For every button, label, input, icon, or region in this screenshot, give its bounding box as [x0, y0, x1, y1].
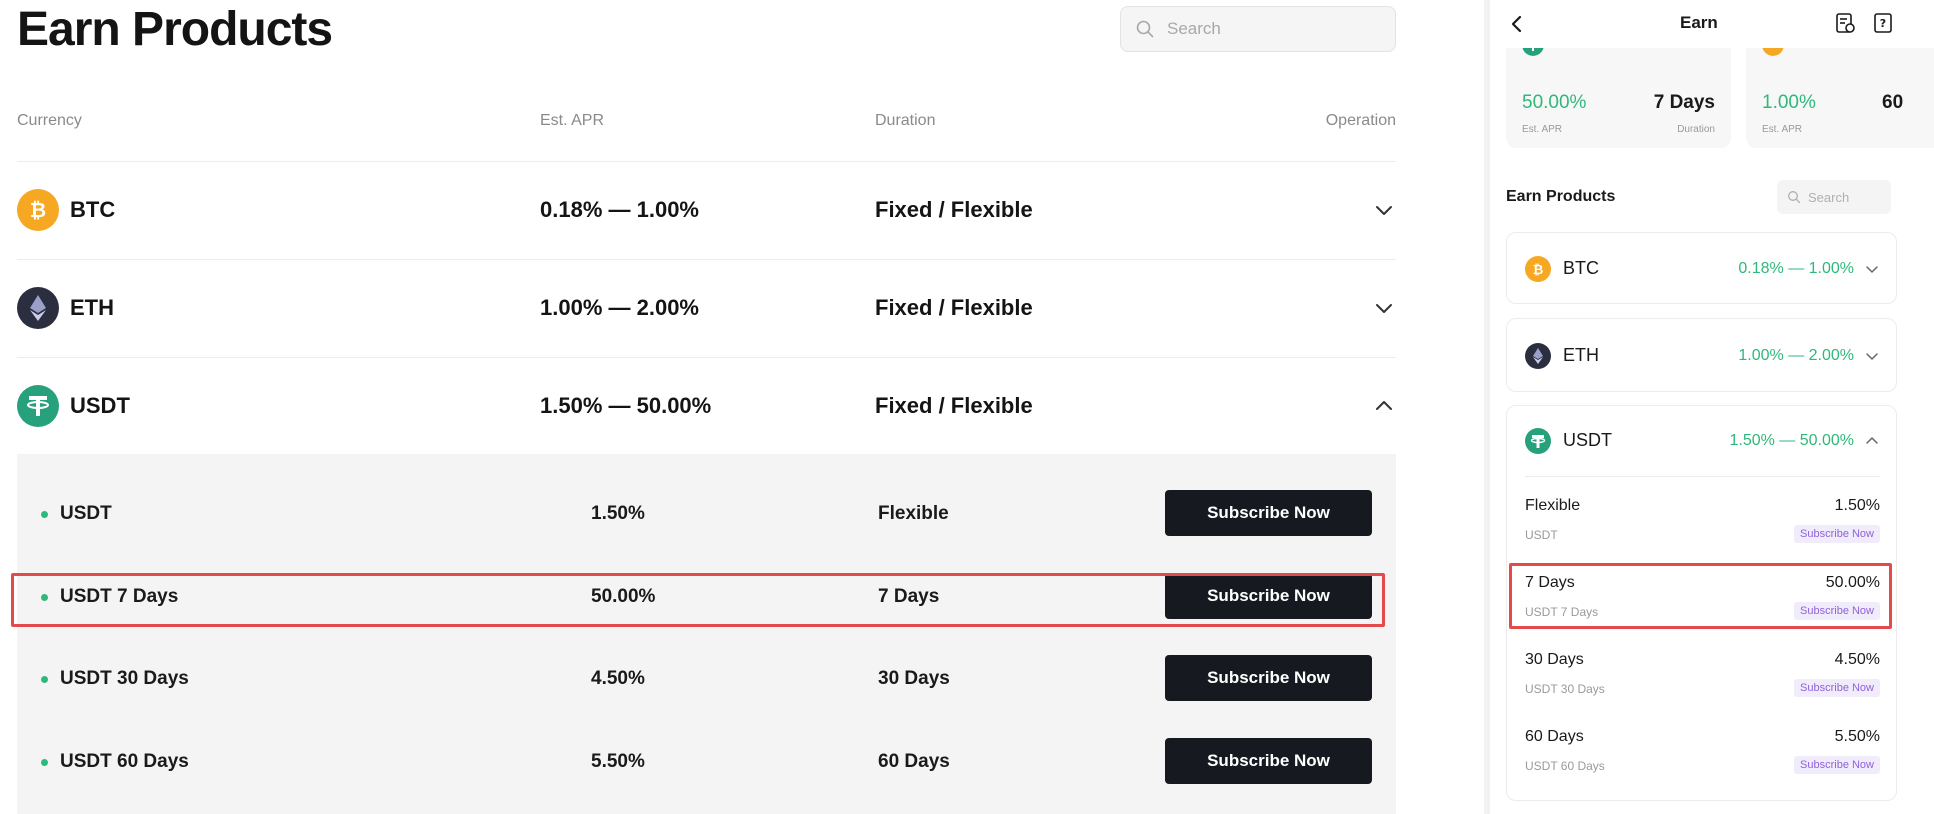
- divider: [1525, 476, 1880, 477]
- col-operation: Operation: [1325, 112, 1396, 129]
- help-icon[interactable]: ?: [1872, 12, 1894, 34]
- chevron-down-icon[interactable]: [1372, 296, 1396, 320]
- chevron-down-icon[interactable]: [1864, 348, 1880, 364]
- table-header: Currency Est. APR Duration Operation: [17, 112, 1396, 142]
- duration-type: Fixed / Flexible: [875, 393, 1033, 418]
- product-rate: 1.50%: [1834, 497, 1880, 514]
- chevron-up-icon[interactable]: [1864, 433, 1880, 449]
- product-name: USDT 30 Days: [60, 668, 189, 689]
- featured-duration-label: Duration: [1677, 124, 1715, 135]
- apr-range: 0.18% — 1.00%: [540, 197, 699, 222]
- apr-range: 1.50% — 50.00%: [540, 393, 712, 418]
- mobile-header: Earn ?: [1490, 0, 1934, 48]
- btc-icon: ₿: [1525, 256, 1551, 282]
- product-subtitle: USDT: [1525, 528, 1558, 542]
- mobile-item-range: 1.50% — 50.00%: [1729, 432, 1854, 449]
- usdt-products-panel: USDT 1.50% Flexible Subscribe Now USDT 7…: [17, 454, 1396, 814]
- subscribe-button[interactable]: Subscribe Now: [1794, 679, 1880, 697]
- col-duration: Duration: [875, 112, 936, 129]
- desktop-panel: Earn Products Search Currency Est. APR D…: [0, 0, 1490, 814]
- product-rate: 5.50%: [591, 751, 645, 772]
- product-name: 30 Days: [1525, 651, 1584, 668]
- highlight-box: [11, 573, 1385, 627]
- product-rate: 4.50%: [1834, 651, 1880, 668]
- mobile-item-symbol: ETH: [1563, 345, 1599, 365]
- mobile-product-row[interactable]: 60 Days 5.50% USDT 60 Days Subscribe Now: [1525, 728, 1880, 788]
- featured-apr: 1.00%: [1762, 92, 1816, 113]
- search-icon: [1136, 20, 1154, 38]
- usdt-icon: [17, 385, 59, 427]
- mobile-title: Earn: [1680, 13, 1718, 32]
- usdt-icon: [1525, 428, 1551, 454]
- eth-icon: [17, 287, 59, 329]
- featured-apr: 50.00%: [1522, 92, 1587, 113]
- product-name: USDT 60 Days: [60, 751, 189, 772]
- svg-text:₿: ₿: [1533, 263, 1544, 278]
- mobile-panel: 50.00% Est. APR 7 Days Duration 1.00% Es…: [1490, 0, 1934, 814]
- back-arrow-icon[interactable]: [1506, 13, 1528, 35]
- table-row-btc[interactable]: ₿ BTC 0.18% — 1.00% Fixed / Flexible: [17, 162, 1396, 258]
- product-subtitle: USDT 60 Days: [1525, 759, 1605, 773]
- subscribe-button[interactable]: Subscribe Now: [1165, 738, 1372, 784]
- product-row: USDT 60 Days 5.50% 60 Days Subscribe Now: [17, 738, 1396, 788]
- records-icon[interactable]: [1834, 12, 1856, 34]
- chevron-up-icon[interactable]: [1372, 394, 1396, 418]
- table-row-eth[interactable]: ETH 1.00% — 2.00% Fixed / Flexible: [17, 260, 1396, 356]
- mobile-item-range: 1.00% — 2.00%: [1738, 347, 1854, 364]
- mobile-search-input[interactable]: Search: [1777, 180, 1891, 214]
- bullet-dot: [41, 759, 48, 766]
- apr-range: 1.00% — 2.00%: [540, 295, 699, 320]
- highlight-box: [1509, 563, 1892, 629]
- product-rate: 1.50%: [591, 503, 645, 524]
- featured-apr-label: Est. APR: [1522, 124, 1563, 135]
- subscribe-button[interactable]: Subscribe Now: [1794, 525, 1880, 543]
- product-duration: Flexible: [878, 503, 949, 524]
- svg-text:?: ?: [1880, 17, 1886, 30]
- featured-duration: 60: [1882, 92, 1904, 113]
- bullet-dot: [41, 511, 48, 518]
- mobile-item-range: 0.18% — 1.00%: [1738, 260, 1854, 277]
- subscribe-button[interactable]: Subscribe Now: [1165, 490, 1372, 536]
- featured-duration: 7 Days: [1653, 92, 1715, 113]
- product-name: 60 Days: [1525, 728, 1584, 745]
- col-apr: Est. APR: [540, 112, 605, 129]
- subscribe-button[interactable]: Subscribe Now: [1165, 655, 1372, 701]
- btc-icon: ₿: [17, 189, 59, 231]
- eth-icon: [1525, 343, 1551, 369]
- mobile-item-symbol: USDT: [1563, 430, 1612, 450]
- mobile-item-btc[interactable]: ₿ BTC 0.18% — 1.00%: [1506, 232, 1897, 304]
- product-name: Flexible: [1525, 497, 1581, 514]
- product-duration: 30 Days: [878, 668, 950, 689]
- product-rate: 4.50%: [591, 668, 645, 689]
- mobile-search-placeholder: Search: [1808, 189, 1850, 205]
- mobile-product-row[interactable]: Flexible 1.50% USDT Subscribe Now: [1525, 497, 1880, 557]
- mobile-item-symbol: BTC: [1563, 258, 1599, 278]
- chevron-down-icon[interactable]: [1372, 198, 1396, 222]
- col-currency: Currency: [17, 112, 82, 129]
- svg-text:₿: ₿: [30, 198, 46, 222]
- subscribe-button[interactable]: Subscribe Now: [1794, 756, 1880, 774]
- product-subtitle: USDT 30 Days: [1525, 682, 1605, 696]
- product-duration: 60 Days: [878, 751, 950, 772]
- bullet-dot: [41, 676, 48, 683]
- product-name: USDT: [60, 503, 112, 524]
- featured-apr-label: Est. APR: [1762, 124, 1803, 135]
- product-row: USDT 30 Days 4.50% 30 Days Subscribe Now: [17, 655, 1396, 705]
- mobile-item-eth[interactable]: ETH 1.00% — 2.00%: [1506, 318, 1897, 392]
- mobile-product-row[interactable]: 30 Days 4.50% USDT 30 Days Subscribe Now: [1525, 651, 1880, 711]
- search-input[interactable]: Search: [1120, 6, 1396, 52]
- currency-symbol: ETH: [70, 295, 114, 320]
- chevron-down-icon[interactable]: [1864, 261, 1880, 277]
- table-row-usdt[interactable]: USDT 1.50% — 50.00% Fixed / Flexible: [17, 358, 1396, 454]
- duration-type: Fixed / Flexible: [875, 295, 1033, 320]
- product-row: USDT 1.50% Flexible Subscribe Now: [17, 490, 1396, 540]
- currency-symbol: BTC: [70, 197, 116, 222]
- search-icon: [1788, 191, 1801, 204]
- duration-type: Fixed / Flexible: [875, 197, 1033, 222]
- product-rate: 5.50%: [1834, 728, 1880, 745]
- currency-symbol: USDT: [70, 393, 130, 418]
- search-placeholder: Search: [1167, 19, 1221, 38]
- section-title: Earn Products: [1506, 188, 1616, 205]
- page-title: Earn Products: [17, 3, 333, 56]
